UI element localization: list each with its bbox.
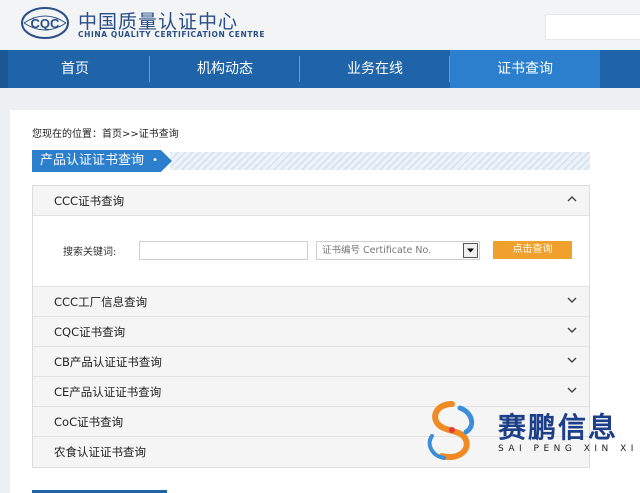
accordion-item-label: CB产品认证证书查询	[54, 355, 162, 369]
accordion-item-label: CQC证书查询	[54, 325, 126, 339]
watermark: 赛鹏信息 SAI PENG XIN XI	[420, 398, 640, 468]
section-marker: •	[152, 155, 158, 166]
chevron-down-icon[interactable]	[567, 317, 577, 347]
query-button[interactable]: 点击查询	[493, 241, 572, 259]
nav-item-online-business[interactable]: 业务在线	[300, 50, 450, 88]
site-title-en: CHINA QUALITY CERTIFICATION CENTRE	[78, 30, 266, 39]
watermark-name-cn: 赛鹏信息	[498, 411, 619, 444]
section-title-decoration	[170, 152, 590, 170]
watermark-name-en: SAI PENG XIN XI	[498, 444, 638, 454]
keyword-label: 搜索关键词:	[63, 247, 117, 258]
nav-item-certificate-query[interactable]: 证书查询	[450, 50, 600, 88]
select-arrow-icon[interactable]	[463, 243, 478, 258]
nav-item-news[interactable]: 机构动态	[150, 50, 300, 88]
keyword-input[interactable]	[139, 241, 308, 260]
ccc-search-panel: 搜索关键词: 证书编号 Certificate No. 点击查询	[33, 216, 589, 287]
chevron-down-icon[interactable]	[567, 287, 577, 317]
nav-item-home[interactable]: 首页	[0, 50, 150, 88]
search-type-select[interactable]: 证书编号 Certificate No.	[316, 241, 480, 260]
saipeng-logo-icon	[422, 400, 482, 462]
accordion-item-ccc[interactable]: CCC证书查询	[33, 186, 589, 216]
accordion-item-cqc[interactable]: CQC证书查询	[33, 317, 589, 347]
chevron-down-icon[interactable]	[567, 347, 577, 377]
search-type-value: 证书编号 Certificate No.	[322, 245, 432, 256]
logo-text: CQC	[31, 16, 61, 31]
header-search-box[interactable]	[545, 14, 640, 40]
chevron-up-icon[interactable]	[567, 186, 577, 216]
accordion-item-label: CoC证书查询	[54, 415, 124, 429]
accordion-item-label: CE产品认证证书查询	[54, 385, 162, 399]
nav-edge	[0, 50, 8, 88]
accordion-item-label: CCC工厂信息查询	[54, 295, 148, 309]
cqc-logo[interactable]: CQC	[20, 6, 70, 40]
accordion-item-label: 农食认证证书查询	[54, 445, 146, 459]
breadcrumb: 您现在的位置：首页>>证书查询	[32, 129, 179, 140]
accordion-item-label: CCC证书查询	[54, 194, 125, 208]
accordion-item-cb[interactable]: CB产品认证证书查询	[33, 347, 589, 377]
section-title-text: 产品认证证书查询	[40, 153, 145, 168]
section-title: 产品认证证书查询 •	[32, 150, 172, 172]
accordion-item-ccc-factory[interactable]: CCC工厂信息查询	[33, 287, 589, 317]
site-header: CQC 中国质量认证中心 CHINA QUALITY CERTIFICATION…	[0, 0, 640, 50]
main-nav: 首页 机构动态 业务在线 证书查询	[0, 50, 640, 88]
